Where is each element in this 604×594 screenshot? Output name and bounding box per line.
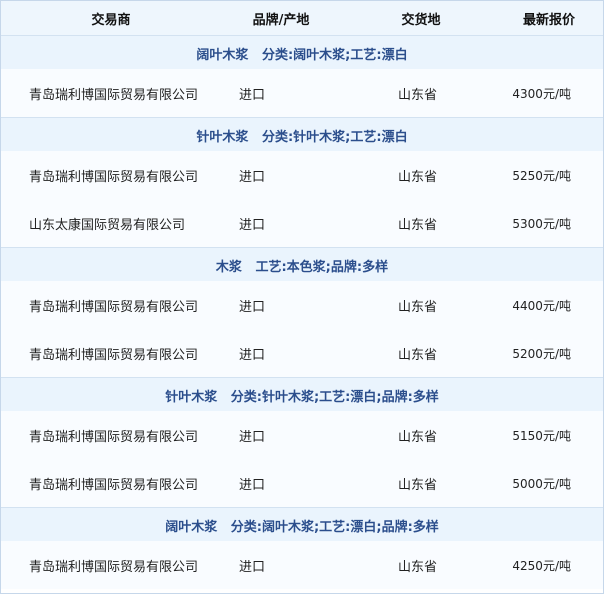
- origin: 进口: [239, 169, 266, 185]
- delivery-location: 山东省: [398, 429, 438, 445]
- table-row[interactable]: 青岛瑞利博国际贸易有限公司 进口 山东省 4300元/吨: [1, 69, 603, 117]
- table-row[interactable]: 青岛瑞利博国际贸易有限公司 进口 山东省 5250元/吨: [1, 151, 603, 199]
- origin: 进口: [239, 429, 266, 445]
- origin: 进口: [239, 299, 266, 315]
- category-row[interactable]: 针叶木浆 分类:针叶木浆;工艺:漂白: [1, 117, 603, 153]
- table-row[interactable]: 青岛瑞利博国际贸易有限公司 进口 山东省 5000元/吨: [1, 459, 603, 507]
- category-row[interactable]: 木浆 工艺:本色浆;品牌:多样: [1, 247, 603, 283]
- category-title[interactable]: 阔叶木浆 分类:阔叶木浆;工艺:漂白;品牌:多样: [1, 508, 603, 542]
- table-header: 交易商 品牌/产地 交货地 最新报价: [1, 1, 603, 36]
- delivery-location: 山东省: [398, 217, 438, 233]
- trader-name[interactable]: 青岛瑞利博国际贸易有限公司: [29, 541, 219, 589]
- price: 4400元/吨: [512, 298, 571, 313]
- origin: 进口: [239, 217, 266, 233]
- delivery-location: 山东省: [398, 87, 438, 103]
- trader-name[interactable]: 青岛瑞利博国际贸易有限公司: [29, 411, 219, 459]
- delivery-location: 山东省: [398, 347, 438, 363]
- header-brand-origin: 品牌/产地: [252, 12, 310, 28]
- price-table: 交易商 品牌/产地 交货地 最新报价 阔叶木浆 分类:阔叶木浆;工艺:漂白 青岛…: [0, 0, 604, 594]
- trader-name[interactable]: 青岛瑞利博国际贸易有限公司: [29, 329, 219, 377]
- origin: 进口: [239, 87, 266, 103]
- delivery-location: 山东省: [398, 169, 438, 185]
- price: 4300元/吨: [512, 86, 571, 101]
- price: 5150元/吨: [512, 428, 571, 443]
- category-title[interactable]: 木浆 工艺:本色浆;品牌:多样: [1, 248, 603, 282]
- origin: 进口: [239, 347, 266, 363]
- category-row[interactable]: 阔叶木浆 分类:阔叶木浆;工艺:漂白;品牌:多样: [1, 507, 603, 543]
- delivery-location: 山东省: [398, 559, 438, 575]
- trader-name[interactable]: 青岛瑞利博国际贸易有限公司: [29, 281, 219, 329]
- price: 4250元/吨: [512, 558, 571, 573]
- delivery-location: 山东省: [398, 299, 438, 315]
- origin: 进口: [239, 559, 266, 575]
- trader-name[interactable]: 青岛瑞利博国际贸易有限公司: [29, 151, 219, 199]
- table-row[interactable]: 青岛瑞利博国际贸易有限公司 进口 山东省 5200元/吨: [1, 329, 603, 377]
- trader-name[interactable]: 青岛瑞利博国际贸易有限公司: [29, 459, 219, 507]
- table-row[interactable]: 青岛瑞利博国际贸易有限公司 进口 山东省 4400元/吨: [1, 281, 603, 329]
- header-trader: 交易商: [91, 12, 131, 28]
- trader-name[interactable]: 山东太康国际贸易有限公司: [29, 199, 219, 247]
- header-latest-price: 最新报价: [522, 12, 575, 28]
- table-row[interactable]: 青岛瑞利博国际贸易有限公司 进口 山东省 5150元/吨: [1, 411, 603, 459]
- category-title[interactable]: 针叶木浆 分类:针叶木浆;工艺:漂白: [1, 118, 603, 152]
- delivery-location: 山东省: [398, 477, 438, 493]
- origin: 进口: [239, 477, 266, 493]
- table-row[interactable]: 山东太康国际贸易有限公司 进口 山东省 5300元/吨: [1, 199, 603, 247]
- trader-name[interactable]: 青岛瑞利博国际贸易有限公司: [29, 69, 219, 117]
- price: 5000元/吨: [512, 476, 571, 491]
- category-row[interactable]: 针叶木浆 分类:针叶木浆;工艺:漂白;品牌:多样: [1, 377, 603, 413]
- price: 5300元/吨: [512, 216, 571, 231]
- table-row[interactable]: 青岛瑞利博国际贸易有限公司 进口 山东省 4250元/吨: [1, 541, 603, 589]
- header-delivery: 交货地: [401, 12, 441, 28]
- category-row[interactable]: 阔叶木浆 分类:阔叶木浆;工艺:漂白: [1, 35, 603, 71]
- price: 5200元/吨: [512, 346, 571, 361]
- price: 5250元/吨: [512, 168, 571, 183]
- category-title[interactable]: 阔叶木浆 分类:阔叶木浆;工艺:漂白: [1, 36, 603, 70]
- category-title[interactable]: 针叶木浆 分类:针叶木浆;工艺:漂白;品牌:多样: [1, 378, 603, 412]
